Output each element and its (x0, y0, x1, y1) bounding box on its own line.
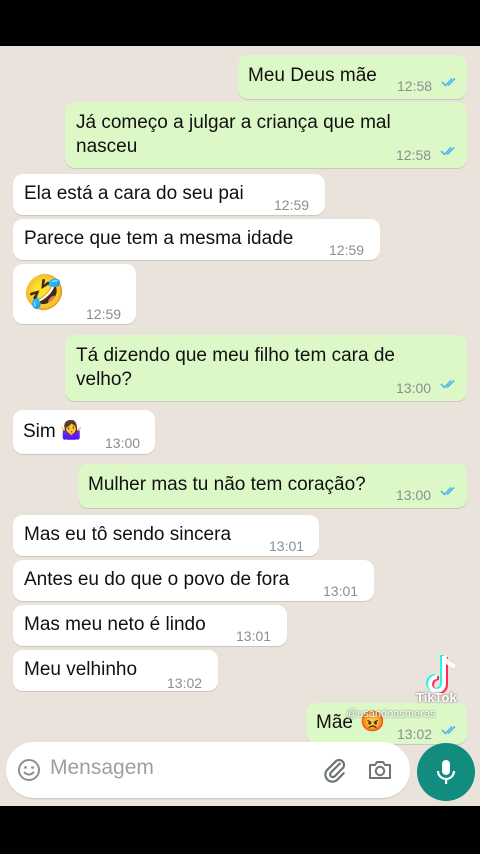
top-black-bar (0, 0, 480, 46)
message-outgoing[interactable]: Meu Deus mãe 12:58 (238, 55, 467, 99)
message-time: 13:01 (323, 583, 359, 599)
read-ticks-icon (441, 725, 456, 735)
message-incoming[interactable]: Mas eu tô sendo sincera 13:01 (13, 515, 319, 556)
message-incoming[interactable]: Antes eu do que o povo de fora 13:01 (13, 560, 374, 601)
message-incoming[interactable]: Meu velhinho 13:02 (13, 650, 218, 691)
message-text: Parece que tem a mesma idade (24, 228, 294, 249)
read-ticks-icon (440, 486, 455, 496)
message-time: 12:58 (396, 147, 432, 163)
message-time: 12:59 (329, 242, 365, 258)
attach-icon[interactable] (322, 757, 348, 783)
message-text-line1: Tá dizendo que meu filho tem cara de (76, 345, 395, 366)
shrug-emoji: 🤷‍♀️ (60, 420, 83, 440)
message-outgoing[interactable]: Já começo a julgar a criança que mal nas… (65, 102, 467, 168)
rolling-laughing-emoji: 🤣 (23, 274, 66, 312)
message-incoming-emoji[interactable]: 🤣 12:59 (13, 264, 136, 324)
message-text: Antes eu do que o povo de fora (24, 569, 290, 590)
message-input[interactable]: Mensagem (50, 756, 154, 780)
message-time: 13:00 (105, 435, 141, 451)
message-time: 13:01 (269, 538, 305, 554)
message-text: Mas meu neto é lindo (24, 614, 206, 635)
message-time: 13:00 (396, 487, 432, 503)
message-text: Meu velhinho (24, 659, 138, 680)
message-time: 13:00 (396, 380, 432, 396)
message-time: 13:02 (167, 675, 203, 691)
chat-area[interactable]: Meu Deus mãe 12:58 Já começo a julgar a … (0, 46, 480, 806)
message-incoming[interactable]: Sim 🤷‍♀️ 13:00 (13, 410, 155, 454)
message-incoming[interactable]: Parece que tem a mesma idade 12:59 (13, 219, 380, 260)
message-outgoing[interactable]: Tá dizendo que meu filho tem cara de vel… (65, 335, 467, 401)
read-ticks-icon (440, 379, 455, 389)
message-text: Ela está a cara do seu pai (24, 183, 244, 204)
tiktok-watermark-user: @usandoasmeras (346, 708, 436, 720)
mic-icon (436, 760, 456, 784)
message-time: 12:59 (86, 306, 122, 322)
message-text: Mas eu tô sendo sincera (24, 524, 232, 545)
message-text: Mulher mas tu não tem coração? (88, 474, 366, 495)
message-input-bar[interactable]: Mensagem (6, 742, 410, 798)
mic-button[interactable] (417, 743, 475, 801)
message-text-line2: velho? (76, 369, 132, 390)
message-incoming[interactable]: Mas meu neto é lindo 13:01 (13, 605, 287, 646)
message-time: 13:01 (236, 628, 272, 644)
message-outgoing[interactable]: Mulher mas tu não tem coração? 13:00 (78, 464, 467, 508)
message-text: Sim (23, 421, 56, 442)
bottom-black-bar (0, 806, 480, 854)
message-text: Meu Deus mãe (248, 65, 377, 86)
message-time: 12:58 (397, 78, 433, 94)
emoji-icon[interactable] (17, 758, 41, 782)
tiktok-watermark-name: TikTok (416, 690, 457, 705)
message-incoming[interactable]: Ela está a cara do seu pai 12:59 (13, 174, 325, 215)
read-ticks-icon (441, 77, 456, 87)
message-time: 12:59 (274, 197, 310, 213)
message-text-line2: nasceu (76, 136, 138, 157)
message-text-line1: Já começo a julgar a criança que mal (76, 112, 391, 133)
message-time: 13:02 (397, 726, 433, 742)
read-ticks-icon (440, 146, 455, 156)
camera-icon[interactable] (367, 758, 393, 782)
